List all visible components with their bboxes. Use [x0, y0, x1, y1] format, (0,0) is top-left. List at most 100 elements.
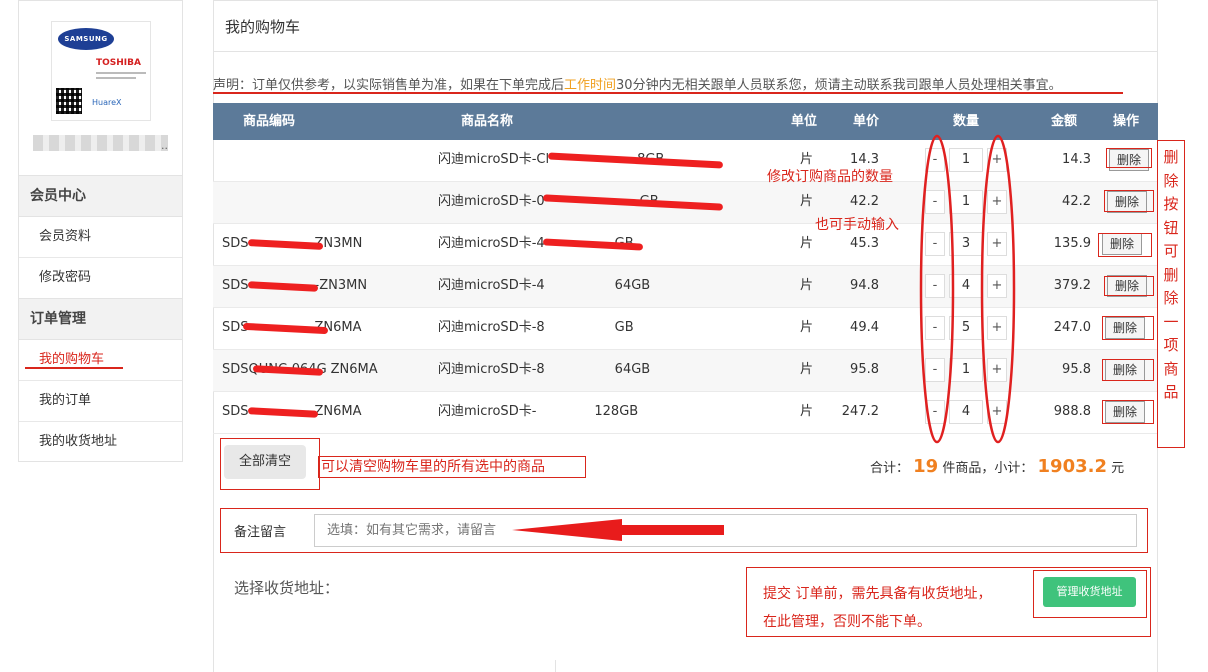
summary-subtotal: 1903.2 [1037, 456, 1107, 477]
address-select-label: 选择收货地址： [234, 579, 340, 597]
logo-divider [96, 72, 146, 74]
annotation-submit-line2: 在此管理，否则不能下单。 [763, 614, 931, 630]
annotation-delete-note-char: 按 [1163, 195, 1179, 213]
product-unit: 片 [800, 404, 814, 419]
product-amount: 95.8 [1062, 362, 1091, 377]
product-unit: 片 [800, 236, 814, 251]
shop-logo: SAMSUNG TOSHIBA HuareX [51, 21, 151, 121]
sidebar-section-member-center: 会员中心 [19, 175, 182, 217]
product-price: 247.2 [841, 404, 879, 419]
annotation-clear-note: 可以清空购物车里的所有选中的商品 [318, 456, 586, 478]
annotation-frame-delete [1102, 359, 1154, 381]
product-name-tail: GB [614, 320, 634, 335]
annotation-qty-circles [919, 134, 1016, 444]
annotation-underline-notice [213, 92, 1123, 94]
product-name-tail: 128GB [594, 404, 639, 419]
product-unit: 片 [800, 320, 814, 335]
product-name: 闪迪microSD卡-8 GB [438, 308, 634, 348]
annotation-underline-cart [25, 367, 123, 369]
product-unit: 片 [800, 278, 814, 293]
annotation-ellipse-minus [919, 134, 955, 444]
samsung-logo: SAMSUNG [58, 28, 114, 50]
annotation-delete-note-char: 项 [1163, 336, 1179, 354]
product-amount: 379.2 [1053, 278, 1091, 293]
annotation-delete-note-char: 品 [1163, 383, 1179, 401]
username-redacted [33, 135, 168, 151]
toshiba-logo: TOSHIBA [96, 58, 141, 68]
summary-item-count: 19 [913, 456, 939, 477]
header-code: 商品编码 [243, 114, 296, 129]
cart-summary: 合计： 19 件商品，小计： 1903.2 元 [870, 456, 1124, 477]
page-title: 我的购物车 [213, 0, 1158, 52]
sidebar-item-change-password[interactable]: 修改密码 [19, 258, 182, 299]
remark-label: 备注留言 [234, 525, 287, 540]
annotation-ellipse-plus [980, 134, 1016, 444]
header-amount: 金额 [1051, 114, 1078, 129]
header-price: 单价 [853, 114, 880, 129]
product-unit: 片 [800, 362, 814, 377]
username-ellipsis: .. [161, 139, 168, 152]
annotation-delete-note-char: 钮 [1163, 218, 1179, 237]
annotation-delete-note-char: 商 [1163, 359, 1179, 378]
annotation-frame-delete [1102, 316, 1154, 340]
product-name: 闪迪microSD卡- 128GB [438, 392, 638, 432]
product-name-tail: 64GB [614, 278, 651, 293]
annotation-frame-delete [1104, 190, 1154, 212]
annotation-delete-note-char: 除 [1163, 171, 1179, 190]
clear-all-button[interactable]: 全部清空 [224, 445, 306, 479]
manage-address-button[interactable]: 管理收货地址 [1043, 577, 1136, 607]
sidebar: SAMSUNG TOSHIBA HuareX .. 会员中心 会员资料 修改密码… [18, 0, 183, 462]
logo-divider [96, 77, 136, 79]
product-name-head: 闪迪microSD卡-8 [438, 362, 545, 377]
annotation-frame-delete [1098, 233, 1152, 257]
sidebar-item-member-profile[interactable]: 会员资料 [19, 217, 182, 258]
product-name-head: 闪迪microSD卡-8 [438, 320, 545, 335]
disclaimer-notice: 声明：订单仅供参考，以实际销售单为准，如果在下单完成后工作时间30分钟内无相关跟… [213, 74, 1062, 93]
notice-text: 声明：订单仅供参考，以实际销售单为准，如果在下单完成后 [213, 78, 565, 93]
product-unit: 片 [800, 194, 814, 209]
sidebar-item-my-addresses[interactable]: 我的收货地址 [19, 422, 182, 463]
product-code-head: SDS [222, 236, 249, 251]
annotation-delete-note-char: 删 [1163, 265, 1179, 284]
product-name-head: 闪迪microSD卡-0 [438, 194, 545, 209]
summary-count-suffix: 件商品，小计： [942, 461, 1034, 476]
annotation-qty-manual: 也可手动输入 [815, 217, 899, 233]
annotation-delete-note-char: 一 [1163, 312, 1179, 331]
summary-total-label: 合计： [870, 461, 910, 476]
product-amount: 14.3 [1062, 152, 1091, 167]
annotation-delete-note: 删除按钮可删除一项商品 [1163, 146, 1179, 405]
product-code-tail: ZN6MA [330, 362, 378, 377]
annotation-arrow-icon [512, 519, 724, 541]
sidebar-item-my-orders[interactable]: 我的订单 [19, 381, 182, 422]
annotation-frame-delete [1106, 148, 1152, 168]
huarex-logo: HuareX [92, 98, 122, 107]
product-code-head: SDS [222, 404, 249, 419]
sidebar-section-order-management: 订单管理 [19, 298, 182, 340]
product-code-tail: ZN6MA [314, 404, 362, 419]
annotation-frame-delete [1102, 400, 1154, 424]
annotation-delete-note-char: 可 [1163, 242, 1179, 260]
sidebar-item-my-cart[interactable]: 我的购物车 [19, 340, 182, 381]
product-amount: 135.9 [1053, 236, 1091, 251]
product-name-head: 闪迪microSD卡- [438, 404, 537, 419]
product-amount: 247.0 [1053, 320, 1091, 335]
product-name-head: 闪迪microSD卡-4 [438, 278, 545, 293]
product-amount: 42.2 [1062, 194, 1091, 209]
annotation-delete-note-char: 删 [1163, 148, 1179, 166]
product-name-head: 闪迪microSD卡-Cl [438, 152, 550, 167]
header-unit: 单位 [791, 114, 818, 129]
annotation-submit-note: 提交 订单前，需先具备有收货地址， 在此管理，否则不能下单。 [763, 580, 991, 636]
notice-text-tail: 30分钟内无相关跟单人员联系您，烦请主动联系我司跟单人员处理相关事宜。 [616, 78, 1062, 93]
product-price: 49.4 [850, 320, 879, 335]
product-name: 闪迪microSD卡-4 64GB [438, 266, 650, 306]
annotation-delete-note-char: 除 [1163, 289, 1179, 307]
header-name: 商品名称 [461, 114, 514, 129]
product-price: 94.8 [850, 278, 879, 293]
header-action: 操作 [1113, 114, 1140, 129]
annotation-frame-delete [1104, 276, 1154, 296]
annotation-qty-modify: 修改订购商品的数量 [767, 169, 893, 185]
product-name-head: 闪迪microSD卡-4 [438, 236, 545, 251]
annotation-arrow-shape [512, 519, 724, 541]
summary-currency: 元 [1111, 461, 1125, 476]
product-name-tail: 64GB [614, 362, 651, 377]
